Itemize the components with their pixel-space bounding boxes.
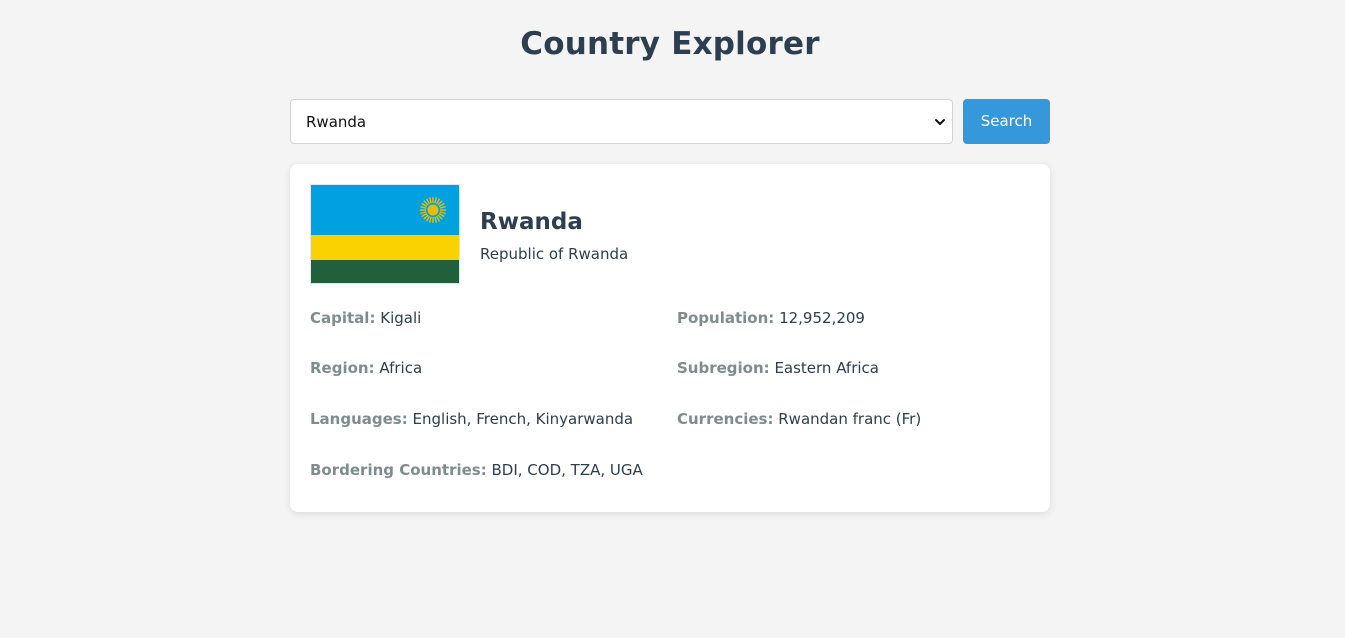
subregion-value: Eastern Africa bbox=[774, 359, 879, 377]
country-select[interactable]: Rwanda bbox=[290, 99, 953, 144]
currencies-label: Currencies: bbox=[677, 410, 774, 428]
borders-label: Bordering Countries: bbox=[310, 461, 487, 479]
population-info: Population: 12,952,209 bbox=[677, 309, 865, 327]
population-value: 12,952,209 bbox=[779, 309, 865, 327]
page-title: Country Explorer bbox=[520, 26, 820, 62]
capital-info: Capital: Kigali bbox=[310, 309, 421, 327]
capital-value: Kigali bbox=[380, 309, 422, 327]
borders-value: BDI, COD, TZA, UGA bbox=[491, 461, 643, 479]
currencies-info: Currencies: Rwandan franc (Fr) bbox=[677, 410, 921, 428]
chevron-down-icon bbox=[933, 114, 947, 128]
capital-label: Capital: bbox=[310, 309, 376, 327]
subregion-label: Subregion: bbox=[677, 359, 770, 377]
currencies-value: Rwandan franc (Fr) bbox=[778, 410, 922, 428]
languages-label: Languages: bbox=[310, 410, 408, 428]
rwanda-flag-icon bbox=[310, 184, 460, 284]
search-bar: Rwanda Search bbox=[290, 99, 1050, 144]
subregion-info: Subregion: Eastern Africa bbox=[677, 359, 879, 377]
population-label: Population: bbox=[677, 309, 775, 327]
search-button[interactable]: Search bbox=[963, 99, 1050, 144]
region-info: Region: Africa bbox=[310, 359, 422, 377]
borders-info: Bordering Countries: BDI, COD, TZA, UGA bbox=[310, 461, 643, 479]
languages-value: English, French, Kinyarwanda bbox=[412, 410, 634, 428]
region-label: Region: bbox=[310, 359, 375, 377]
country-card: Rwanda Republic of Rwanda Capital: Kigal… bbox=[290, 164, 1050, 512]
country-name: Rwanda bbox=[480, 209, 583, 235]
region-value: Africa bbox=[379, 359, 423, 377]
country-official-name: Republic of Rwanda bbox=[480, 245, 629, 263]
country-select-value: Rwanda bbox=[306, 113, 367, 131]
languages-info: Languages: English, French, Kinyarwanda bbox=[310, 410, 633, 428]
